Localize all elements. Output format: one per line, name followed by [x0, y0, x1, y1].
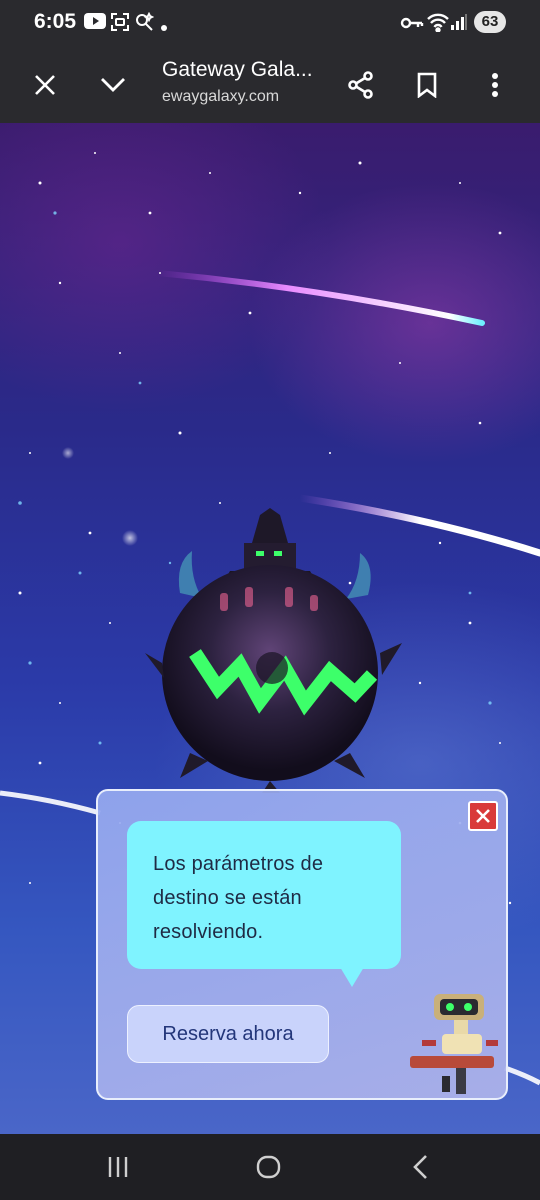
youtube-icon: [84, 12, 106, 35]
web-content[interactable]: Los parámetros de destino se están resol…: [0, 123, 540, 1134]
page-title: Gateway Gala...: [162, 58, 313, 81]
dialog-close-button[interactable]: [468, 801, 498, 831]
title-area[interactable]: Gateway Gala... ewaygalaxy.com: [162, 58, 332, 106]
system-nav-bar: [0, 1134, 540, 1200]
chevron-down-icon[interactable]: [92, 64, 134, 106]
dot-icon: [160, 19, 168, 37]
more-vert-icon[interactable]: [474, 64, 516, 106]
status-bar: 6:05 63: [0, 0, 540, 46]
reserve-button[interactable]: Reserva ahora: [127, 1005, 329, 1063]
home-icon[interactable]: [249, 1150, 289, 1184]
recents-icon[interactable]: [98, 1150, 138, 1184]
page-url: ewaygalaxy.com: [162, 88, 280, 105]
robot-icon: [410, 994, 498, 1094]
edit-spark-icon: [134, 11, 155, 37]
custom-tab-toolbar: Gateway Gala... ewaygalaxy.com: [0, 46, 540, 123]
bowser-planet-image: [145, 508, 402, 793]
signal-icon: [450, 13, 468, 36]
speech-bubble: Los parámetros de destino se están resol…: [127, 821, 401, 969]
bookmark-icon[interactable]: [406, 64, 448, 106]
wifi-icon: [426, 12, 450, 37]
status-time: 6:05: [34, 10, 77, 33]
battery-icon: 63: [474, 11, 506, 33]
key-icon: [400, 15, 424, 36]
share-icon[interactable]: [340, 64, 382, 106]
close-icon: [476, 809, 490, 823]
chat-dialog: Los parámetros de destino se están resol…: [96, 789, 508, 1100]
close-icon[interactable]: [24, 64, 66, 106]
speech-bubble-tail: [340, 967, 364, 987]
screenshot-icon: [110, 12, 130, 37]
bubble-message: Los parámetros de destino se están resol…: [153, 853, 324, 943]
back-icon[interactable]: [400, 1150, 440, 1184]
